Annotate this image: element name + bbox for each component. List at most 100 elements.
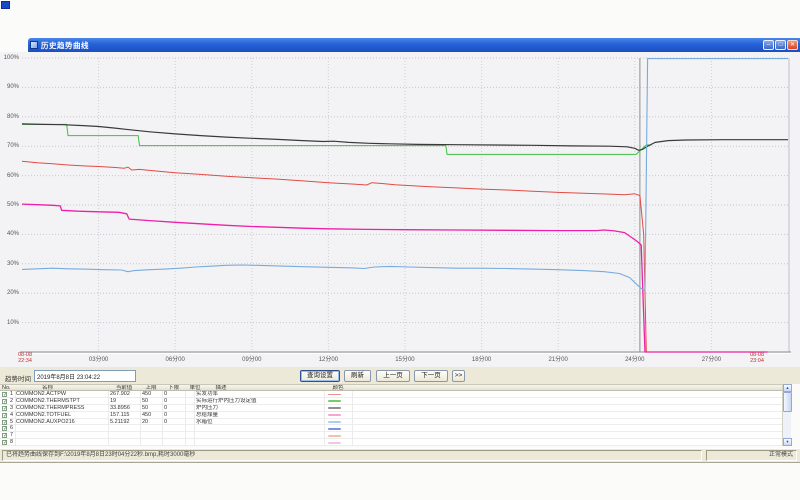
- table-row[interactable]: ✓1COMMON2.ACTPW267.9024500实发功率: [0, 391, 782, 398]
- trend-time-label: 趋势时间: [5, 373, 31, 383]
- cell-lower: 0: [164, 391, 184, 397]
- cell-desc: 水箱位: [196, 419, 323, 425]
- column-separator: [140, 391, 141, 446]
- query-settings-button[interactable]: 查询设置: [300, 370, 340, 382]
- chart-area: 100%90%80%70%60%50%40%30%20%10%: [0, 52, 800, 367]
- refresh-button[interactable]: 刷新: [344, 370, 371, 382]
- x-tick-label: 24分00: [621, 354, 649, 363]
- y-tick-label: 80%: [0, 114, 19, 120]
- table-row[interactable]: ✓2COMMON2.THERMSTPT19500实际运行炉内压力设定值: [0, 398, 782, 405]
- close-button[interactable]: ✕: [787, 40, 798, 50]
- column-separator: [185, 391, 186, 446]
- y-tick-label: 70%: [0, 143, 19, 149]
- series-line-thermstpt: [22, 124, 651, 154]
- tag-table-body: ✓1COMMON2.ACTPW267.9024500实发功率✓2COMMON2.…: [0, 391, 782, 446]
- scrollbar-down-button[interactable]: ▼: [783, 438, 792, 446]
- axis-end-time: 23:04: [744, 359, 770, 365]
- prev-page-button[interactable]: 上一页: [376, 370, 410, 382]
- table-row[interactable]: ✓4COMMON2.TOTFUEL157.1154500总给煤量: [0, 412, 782, 419]
- y-tick-label: 40%: [0, 231, 19, 237]
- column-separator: [108, 391, 109, 446]
- cell-value: 267.902: [110, 391, 139, 397]
- y-tick-label: 50%: [0, 202, 19, 208]
- cell-name: COMMON2.ACTPW: [16, 391, 107, 397]
- table-row[interactable]: ✓8: [0, 439, 782, 446]
- table-row[interactable]: ✓7: [0, 432, 782, 439]
- row-checkbox[interactable]: ✓: [2, 406, 7, 411]
- trend-time-input[interactable]: [34, 370, 136, 382]
- row-checkbox[interactable]: ✓: [2, 413, 7, 418]
- window-badge-icon: [1, 1, 10, 9]
- column-separator: [162, 391, 163, 446]
- cell-upper: 450: [142, 391, 161, 397]
- color-swatch: [328, 421, 341, 423]
- color-swatch: [328, 414, 341, 416]
- status-bar: 已将趋势曲线保存到F:\2019年8月8日23时04分22秒.bmp,耗时300…: [0, 448, 800, 462]
- x-tick-label: 27分00: [697, 354, 725, 363]
- row-checkbox[interactable]: ✓: [2, 399, 7, 404]
- axis-start-time-label: 08-08 22:34: [12, 353, 38, 364]
- axis-start-time: 22:34: [12, 359, 38, 365]
- minimize-button[interactable]: –: [763, 40, 774, 50]
- cell-lower: 0: [164, 405, 184, 411]
- cell-value: 33.8956: [110, 405, 139, 411]
- row-checkbox[interactable]: ✓: [2, 440, 7, 445]
- window-title: 历史趋势曲线: [41, 40, 762, 51]
- y-tick-label: 100%: [0, 55, 19, 61]
- cell-desc: 实发功率: [196, 391, 323, 397]
- x-tick-label: 15分00: [391, 354, 419, 363]
- cell-lower: 0: [164, 419, 184, 425]
- row-checkbox[interactable]: ✓: [2, 420, 7, 425]
- table-row[interactable]: ✓3COMMON2.THERMPRESS33.8956500炉内压力: [0, 405, 782, 412]
- cell-desc: 实际运行炉内压力设定值: [196, 398, 323, 404]
- y-tick-label: 30%: [0, 261, 19, 267]
- axis-end-time-label: 08-08 23:04: [744, 353, 770, 364]
- color-swatch: [328, 442, 341, 444]
- cell-desc: 炉内压力: [196, 405, 323, 411]
- series-line-actpw: [22, 161, 646, 352]
- y-tick-label: 60%: [0, 173, 19, 179]
- x-tick-label: 18分00: [468, 354, 496, 363]
- x-tick-label: 12分00: [314, 354, 342, 363]
- maximize-button[interactable]: □: [775, 40, 786, 50]
- scrollbar-up-button[interactable]: ▲: [783, 384, 792, 392]
- table-row[interactable]: ✓6: [0, 425, 782, 432]
- row-checkbox[interactable]: ✓: [2, 392, 7, 397]
- cell-lower: 0: [164, 398, 184, 404]
- cell-name: COMMON2.THERMPRESS: [16, 405, 107, 411]
- column-separator: [15, 391, 16, 446]
- color-swatch: [328, 394, 341, 396]
- column-separator: [324, 391, 325, 446]
- x-tick-label: 03分00: [85, 354, 113, 363]
- table-row[interactable]: ✓5COMMON2.AUXPO2165.21192200水箱位: [0, 419, 782, 426]
- status-mode: 正常模式: [706, 450, 797, 461]
- x-tick-label: 06分00: [161, 354, 189, 363]
- more-button[interactable]: >>: [452, 370, 465, 382]
- status-message: 已将趋势曲线保存到F:\2019年8月8日23时04分22秒.bmp,耗时300…: [2, 450, 702, 461]
- color-swatch: [328, 435, 341, 437]
- series-line-totfuel: [22, 204, 768, 352]
- x-tick-label: 21分00: [544, 354, 572, 363]
- series-line-auxpo216: [22, 59, 788, 291]
- title-bar[interactable]: 历史趋势曲线 – □ ✕: [28, 38, 800, 52]
- cell-value: 19: [110, 398, 139, 404]
- cell-upper: 20: [142, 419, 161, 425]
- column-separator: [194, 391, 195, 446]
- trend-app-icon: [30, 41, 38, 49]
- cell-name: COMMON2.THERMSTPT: [16, 398, 107, 404]
- y-tick-label: 90%: [0, 84, 19, 90]
- row-checkbox[interactable]: ✓: [2, 426, 7, 431]
- cell-upper: 50: [142, 398, 161, 404]
- table-scrollbar[interactable]: ▲ ▼: [782, 384, 791, 446]
- color-swatch: [328, 407, 341, 409]
- color-swatch: [328, 400, 341, 402]
- cell-upper: 50: [142, 405, 161, 411]
- y-tick-label: 10%: [0, 320, 19, 326]
- cell-desc: 总给煤量: [196, 412, 323, 418]
- row-checkbox[interactable]: ✓: [2, 433, 7, 438]
- scrollbar-thumb[interactable]: [783, 392, 792, 412]
- next-page-button[interactable]: 下一页: [414, 370, 448, 382]
- cell-upper: 450: [142, 412, 161, 418]
- cell-value: 157.115: [110, 412, 139, 418]
- cell-value: 5.21192: [110, 419, 139, 425]
